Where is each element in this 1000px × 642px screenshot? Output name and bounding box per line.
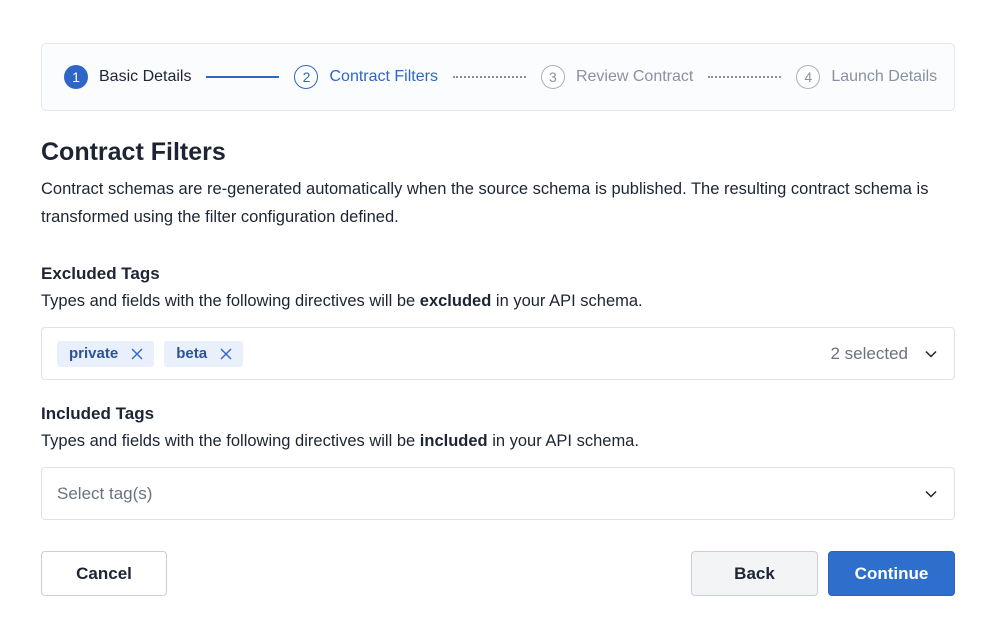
chevron-down-icon[interactable]: [924, 487, 938, 501]
excluded-tags-select[interactable]: private beta 2 selected: [41, 327, 955, 380]
help-text-prefix: Types and fields with the following dire…: [41, 292, 420, 310]
step-number-badge: 4: [796, 65, 821, 89]
tag-chip-beta: beta: [164, 340, 244, 367]
step-number-badge: 2: [294, 65, 319, 89]
help-text-emphasis: included: [419, 432, 488, 450]
continue-button[interactable]: Continue: [828, 551, 955, 596]
back-button[interactable]: Back: [691, 551, 818, 596]
step-label: Contract Filters: [329, 68, 438, 85]
help-text-emphasis: excluded: [419, 292, 492, 310]
step-label: Basic Details: [99, 68, 192, 85]
tag-chip-private: private: [57, 340, 155, 367]
step-launch-details: 4 Launch Details: [796, 65, 937, 89]
selected-count: 2 selected: [830, 343, 909, 363]
progress-stepper: 1 Basic Details 2 Contract Filters 3 Rev…: [41, 43, 955, 111]
excluded-tags-help: Types and fields with the following dire…: [41, 292, 643, 311]
step-label: Launch Details: [831, 68, 938, 85]
step-connector-complete: [206, 76, 280, 78]
step-review-contract: 3 Review Contract: [540, 65, 694, 89]
included-tags-help: Types and fields with the following dire…: [41, 432, 639, 451]
excluded-tags-label: Excluded Tags: [41, 264, 160, 283]
chip-label: beta: [176, 345, 208, 362]
chevron-down-icon[interactable]: [924, 347, 938, 361]
help-text-suffix: in your API schema.: [491, 292, 643, 310]
help-text-suffix: in your API schema.: [487, 432, 639, 450]
page-description: Contract schemas are re-generated automa…: [41, 180, 929, 226]
step-label: Review Contract: [575, 68, 694, 85]
included-tags-label: Included Tags: [41, 404, 155, 423]
step-basic-details[interactable]: 1 Basic Details: [64, 65, 191, 89]
close-icon[interactable]: [219, 347, 233, 361]
step-connector-pending: [708, 76, 782, 78]
cancel-button[interactable]: Cancel: [41, 551, 167, 596]
step-number-badge: 1: [64, 65, 88, 89]
help-text-prefix: Types and fields with the following dire…: [41, 432, 420, 450]
chip-label: private: [69, 345, 119, 362]
select-placeholder: Select tag(s): [57, 483, 153, 503]
page-title: Contract Filters: [41, 138, 226, 166]
step-contract-filters[interactable]: 2 Contract Filters: [294, 65, 438, 89]
step-connector-pending: [452, 76, 526, 78]
included-tags-select[interactable]: Select tag(s): [41, 467, 955, 520]
close-icon[interactable]: [130, 347, 144, 361]
step-number-badge: 3: [540, 65, 565, 89]
